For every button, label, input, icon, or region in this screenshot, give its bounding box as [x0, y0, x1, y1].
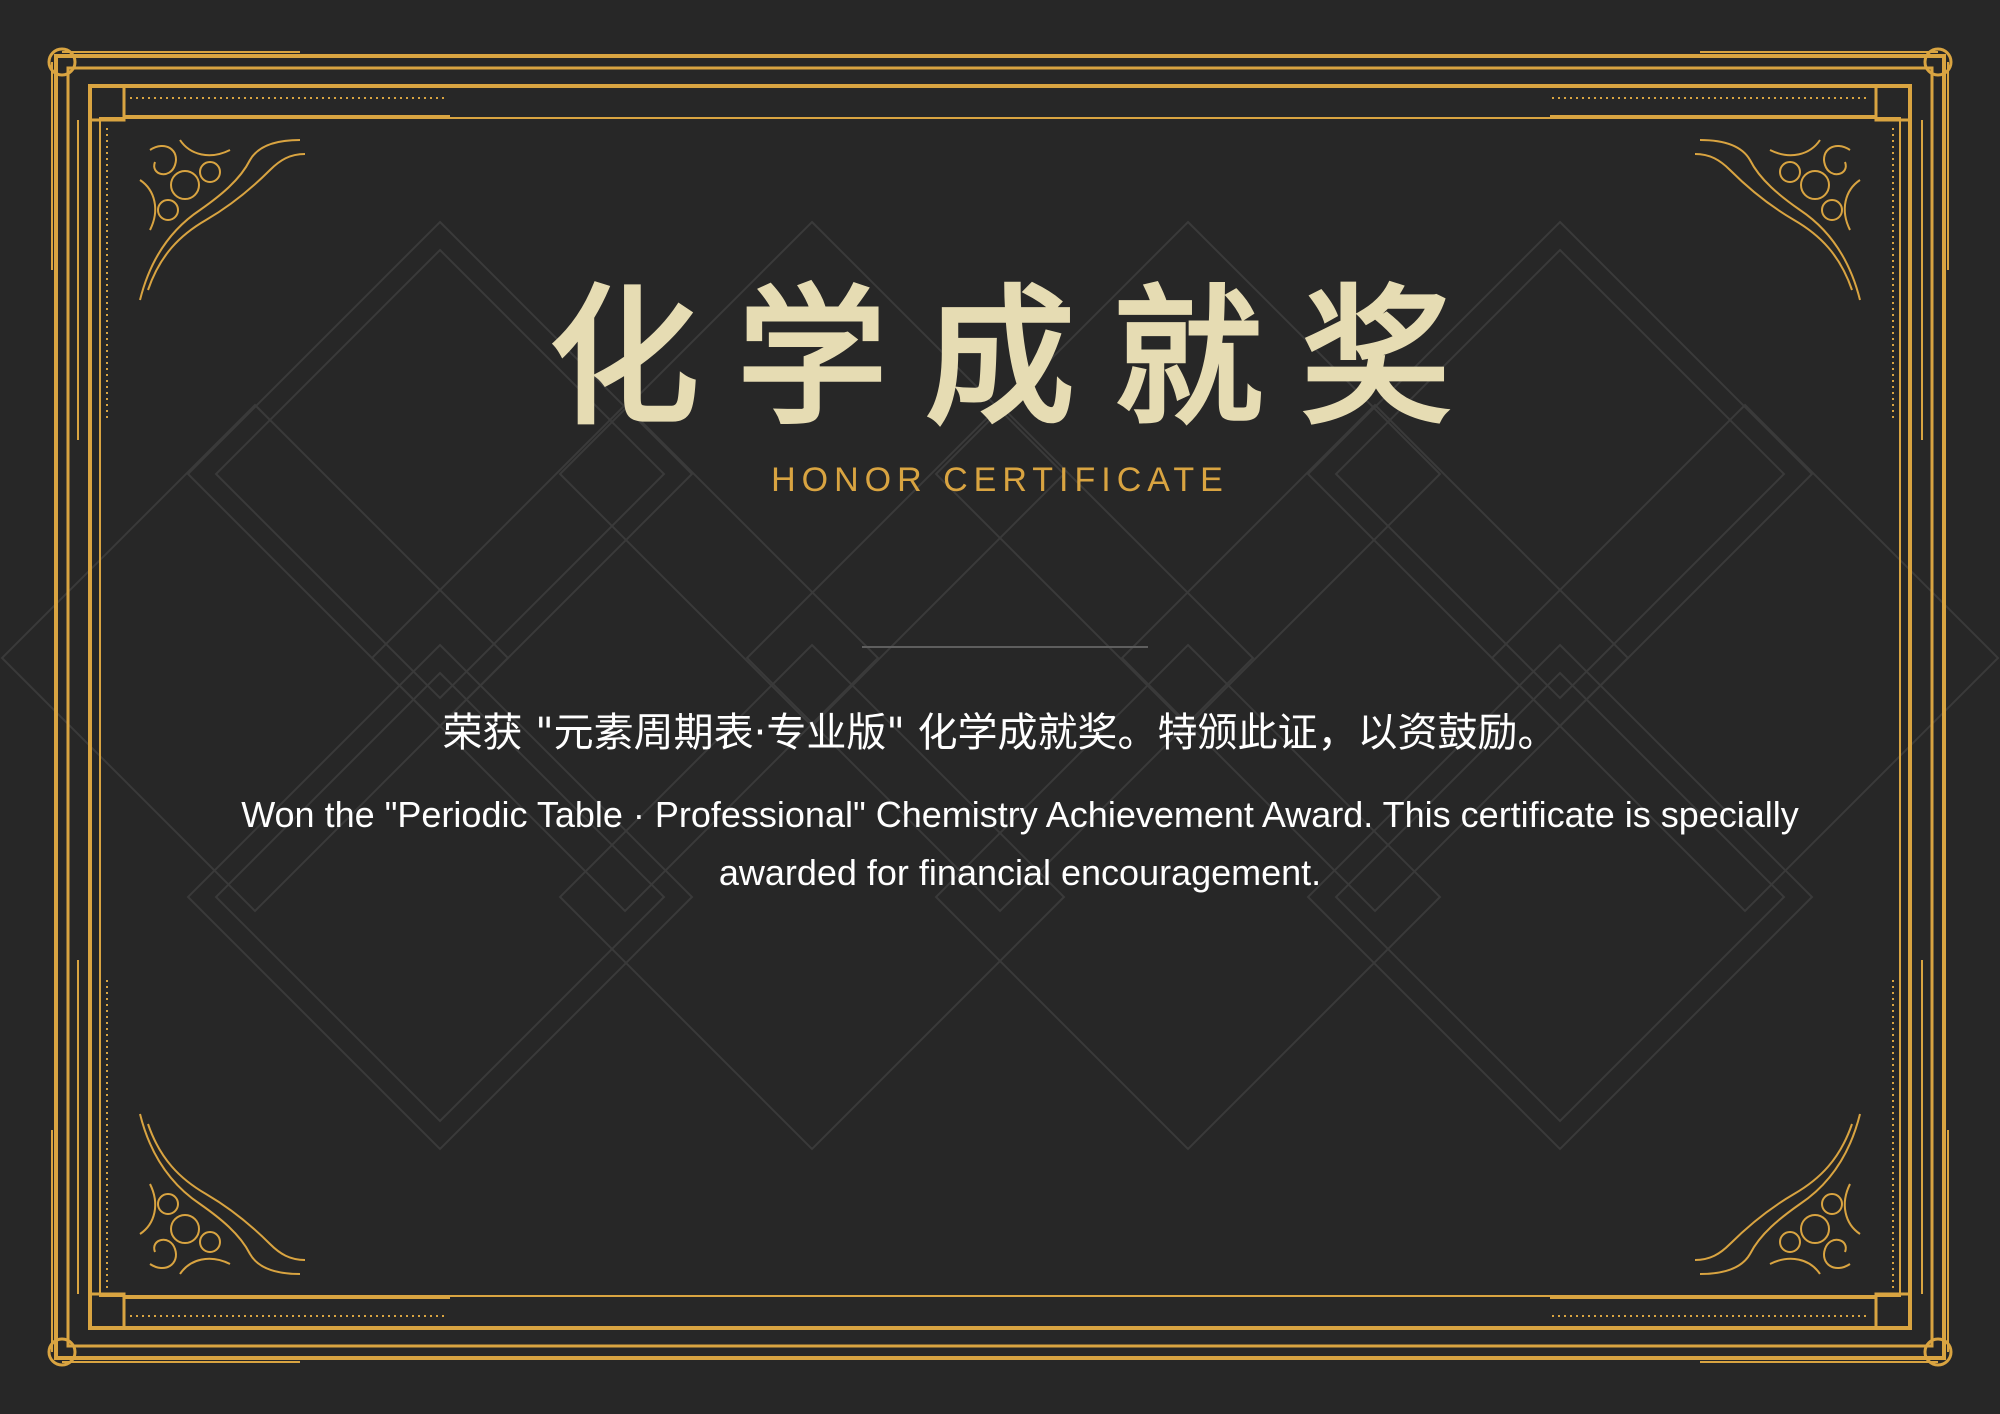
certificate-text-english: Won the "Periodic Table · Professional" … [241, 794, 1799, 893]
certificate-text-chinese: 荣获 "元素周期表·专业版" 化学成就奖。特颁此证，以资鼓励。 [442, 710, 1558, 756]
divider-line [862, 646, 1148, 648]
certificate-title: 化学成就奖 [548, 270, 1489, 446]
certificate-subtitle: HONOR CERTIFICATE [771, 461, 1229, 499]
ornament-bottom-right-icon [1694, 1113, 1861, 1275]
ornament-bottom-left-icon [139, 1113, 306, 1275]
